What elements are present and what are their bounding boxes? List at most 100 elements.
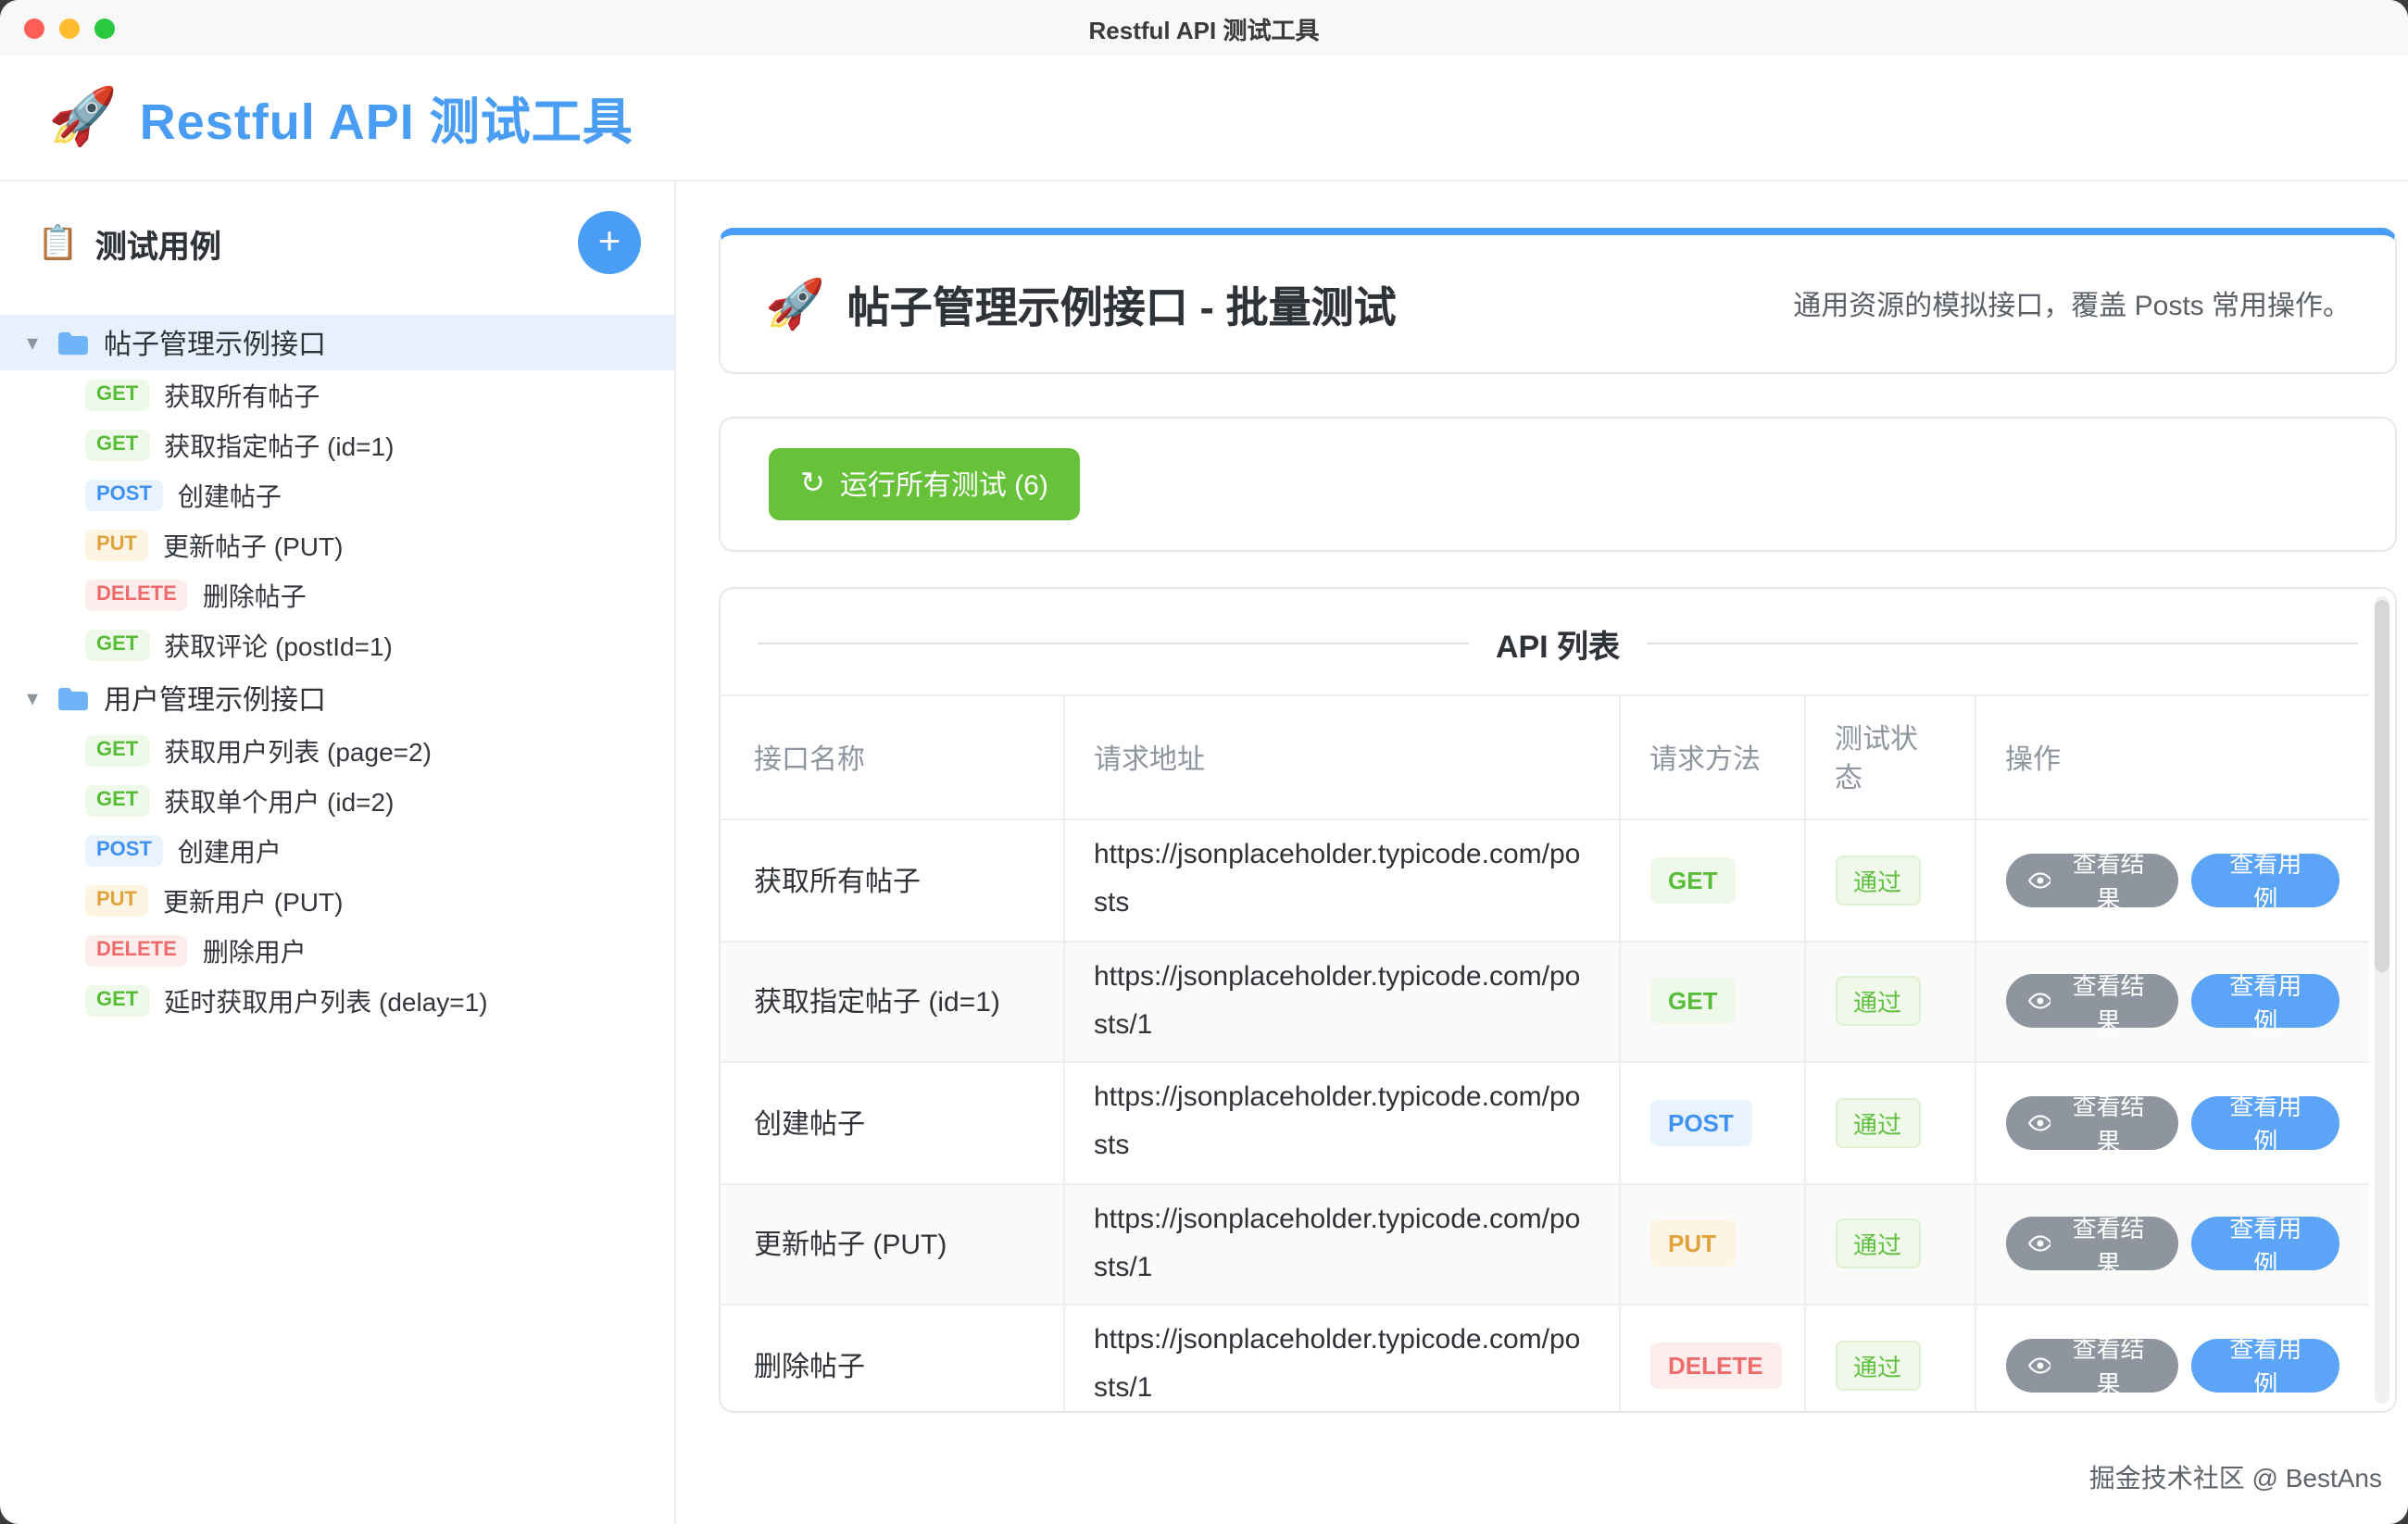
tree-item[interactable]: PUT 更新帖子 (PUT) — [0, 520, 674, 570]
tree-item[interactable]: GET 延时获取用户列表 (delay=1) — [0, 976, 674, 1026]
tree-item[interactable]: POST 创建用户 — [0, 826, 674, 876]
cell-actions: 查看结果 查看用例 — [1975, 1183, 2369, 1305]
tree-group: ▾ 用户管理示例接口 GET 获取用户列表 (page=2) GET 获取单个用… — [0, 670, 674, 1026]
scrollbar-thumb[interactable] — [2375, 600, 2389, 971]
method-badge: GET — [85, 379, 149, 412]
cell-name: 创建帖子 — [721, 1062, 1063, 1183]
column-header-method: 请求方法 — [1619, 695, 1804, 819]
cell-actions: 查看结果 查看用例 — [1975, 819, 2369, 941]
run-card: ↻ 运行所有测试 (6) — [719, 417, 2397, 552]
table-row: 删除帖子 https://jsonplaceholder.typicode.co… — [721, 1305, 2369, 1413]
batch-title: 帖子管理示例接口 - 批量测试 — [847, 272, 1397, 335]
view-case-label: 查看用例 — [2217, 1088, 2314, 1158]
group-label: 帖子管理示例接口 — [104, 323, 326, 362]
cell-actions: 查看结果 查看用例 — [1975, 941, 2369, 1062]
method-badge: GET — [1649, 856, 1736, 903]
cell-actions: 查看结果 查看用例 — [1975, 1305, 2369, 1413]
zoom-button[interactable] — [94, 18, 115, 38]
tree-item[interactable]: GET 获取指定帖子 (id=1) — [0, 420, 674, 470]
view-case-label: 查看用例 — [2217, 1209, 2314, 1280]
cell-status: 通过 — [1804, 941, 1975, 1062]
tree-item[interactable]: GET 获取单个用户 (id=2) — [0, 776, 674, 826]
sidebar-header: 📋 测试用例 + — [0, 211, 674, 274]
tree-item[interactable]: POST 创建帖子 — [0, 470, 674, 520]
add-case-button[interactable]: + — [578, 211, 641, 274]
tree-group: ▾ 帖子管理示例接口 GET 获取所有帖子 GET 获取指定帖子 (id=1) … — [0, 315, 674, 670]
method-badge: DELETE — [85, 579, 188, 612]
cell-url: https://jsonplaceholder.typicode.com/pos… — [1063, 1183, 1619, 1305]
run-all-tests-button[interactable]: ↻ 运行所有测试 (6) — [769, 448, 1080, 520]
view-result-button[interactable]: 查看结果 — [2005, 975, 2178, 1029]
cell-name: 删除帖子 — [721, 1305, 1063, 1413]
tree-item[interactable]: DELETE 删除帖子 — [0, 570, 674, 620]
content-area: 📋 测试用例 + ▾ 帖子管理示例接口 GET 获取所有帖子 GET 获取指定帖… — [0, 181, 2408, 1524]
item-label: 更新用户 (PUT) — [163, 882, 343, 919]
api-list-title: API 列表 — [1496, 620, 1620, 667]
tree-item[interactable]: GET 获取用户列表 (page=2) — [0, 726, 674, 776]
column-header-actions: 操作 — [1975, 695, 2369, 819]
batch-title-left: 🚀 帖子管理示例接口 - 批量测试 — [765, 272, 1397, 335]
table-header-row: 接口名称 请求地址 请求方法 测试状态 操作 — [721, 695, 2369, 819]
method-badge: GET — [1649, 978, 1736, 1024]
api-list-card: API 列表 接口名称 请求地址 请求方法 — [719, 587, 2397, 1413]
table-row: 创建帖子 https://jsonplaceholder.typicode.co… — [721, 1062, 2369, 1183]
close-button[interactable] — [24, 18, 44, 38]
view-case-button[interactable]: 查看用例 — [2191, 1218, 2339, 1271]
tree-item[interactable]: DELETE 删除用户 — [0, 926, 674, 976]
sidebar-title: 测试用例 — [95, 219, 221, 266]
view-case-button[interactable]: 查看用例 — [2191, 1339, 2339, 1393]
table-row: 获取指定帖子 (id=1) https://jsonplaceholder.ty… — [721, 941, 2369, 1062]
status-badge: 通过 — [1835, 1219, 1920, 1269]
cell-status: 通过 — [1804, 1305, 1975, 1413]
view-result-button[interactable]: 查看结果 — [2005, 854, 2178, 907]
view-result-label: 查看结果 — [2061, 967, 2157, 1037]
cell-method: POST — [1619, 1062, 1804, 1183]
group-items: GET 获取所有帖子 GET 获取指定帖子 (id=1) POST 创建帖子 P… — [0, 370, 674, 670]
scrollbar-track[interactable] — [2375, 596, 2389, 1404]
cell-status: 通过 — [1804, 1183, 1975, 1305]
view-result-button[interactable]: 查看结果 — [2005, 1096, 2178, 1150]
item-label: 获取单个用户 (id=2) — [164, 782, 394, 819]
view-case-label: 查看用例 — [2217, 967, 2314, 1037]
view-case-button[interactable]: 查看用例 — [2191, 1096, 2339, 1150]
clipboard-icon: 📋 — [37, 223, 79, 262]
method-badge: GET — [85, 984, 149, 1018]
tree-item[interactable]: GET 获取评论 (postId=1) — [0, 620, 674, 670]
tree-group-row[interactable]: ▾ 帖子管理示例接口 — [0, 315, 674, 370]
table-row: 获取所有帖子 https://jsonplaceholder.typicode.… — [721, 819, 2369, 941]
sidebar: 📋 测试用例 + ▾ 帖子管理示例接口 GET 获取所有帖子 GET 获取指定帖… — [0, 181, 676, 1524]
view-result-button[interactable]: 查看结果 — [2005, 1339, 2178, 1393]
group-items: GET 获取用户列表 (page=2) GET 获取单个用户 (id=2) PO… — [0, 726, 674, 1026]
item-label: 获取评论 (postId=1) — [164, 627, 393, 664]
minimize-button[interactable] — [59, 18, 80, 38]
traffic-lights — [24, 0, 115, 56]
method-badge: DELETE — [85, 934, 188, 968]
status-badge: 通过 — [1835, 856, 1920, 906]
cell-name: 获取指定帖子 (id=1) — [721, 941, 1063, 1062]
cell-url: https://jsonplaceholder.typicode.com/pos… — [1063, 1062, 1619, 1183]
cell-status: 通过 — [1804, 1062, 1975, 1183]
item-label: 获取所有帖子 — [164, 377, 320, 414]
eye-icon — [2027, 1111, 2051, 1135]
item-label: 更新帖子 (PUT) — [163, 527, 343, 564]
column-header-url: 请求地址 — [1063, 695, 1619, 819]
cell-url: https://jsonplaceholder.typicode.com/pos… — [1063, 941, 1619, 1062]
divider-line-right — [1646, 643, 2358, 644]
tree-group-row[interactable]: ▾ 用户管理示例接口 — [0, 670, 674, 726]
view-result-button[interactable]: 查看结果 — [2005, 1218, 2178, 1271]
cell-url: https://jsonplaceholder.typicode.com/pos… — [1063, 1305, 1619, 1413]
run-all-tests-label: 运行所有测试 (6) — [840, 465, 1048, 504]
view-case-button[interactable]: 查看用例 — [2191, 854, 2339, 907]
cell-method: DELETE — [1619, 1305, 1804, 1413]
titlebar: Restful API 测试工具 — [0, 0, 2408, 56]
sidebar-title-wrap: 📋 测试用例 — [37, 219, 221, 266]
view-case-button[interactable]: 查看用例 — [2191, 975, 2339, 1029]
main-panel: 🚀 帖子管理示例接口 - 批量测试 通用资源的模拟接口，覆盖 Posts 常用操… — [676, 181, 2408, 1524]
tree-item[interactable]: PUT 更新用户 (PUT) — [0, 876, 674, 926]
caret-down-icon: ▾ — [22, 330, 43, 356]
method-badge: GET — [85, 734, 149, 768]
cell-method: GET — [1619, 819, 1804, 941]
tree-item[interactable]: GET 获取所有帖子 — [0, 370, 674, 420]
item-label: 获取指定帖子 (id=1) — [164, 427, 394, 464]
caret-down-icon: ▾ — [22, 685, 43, 711]
